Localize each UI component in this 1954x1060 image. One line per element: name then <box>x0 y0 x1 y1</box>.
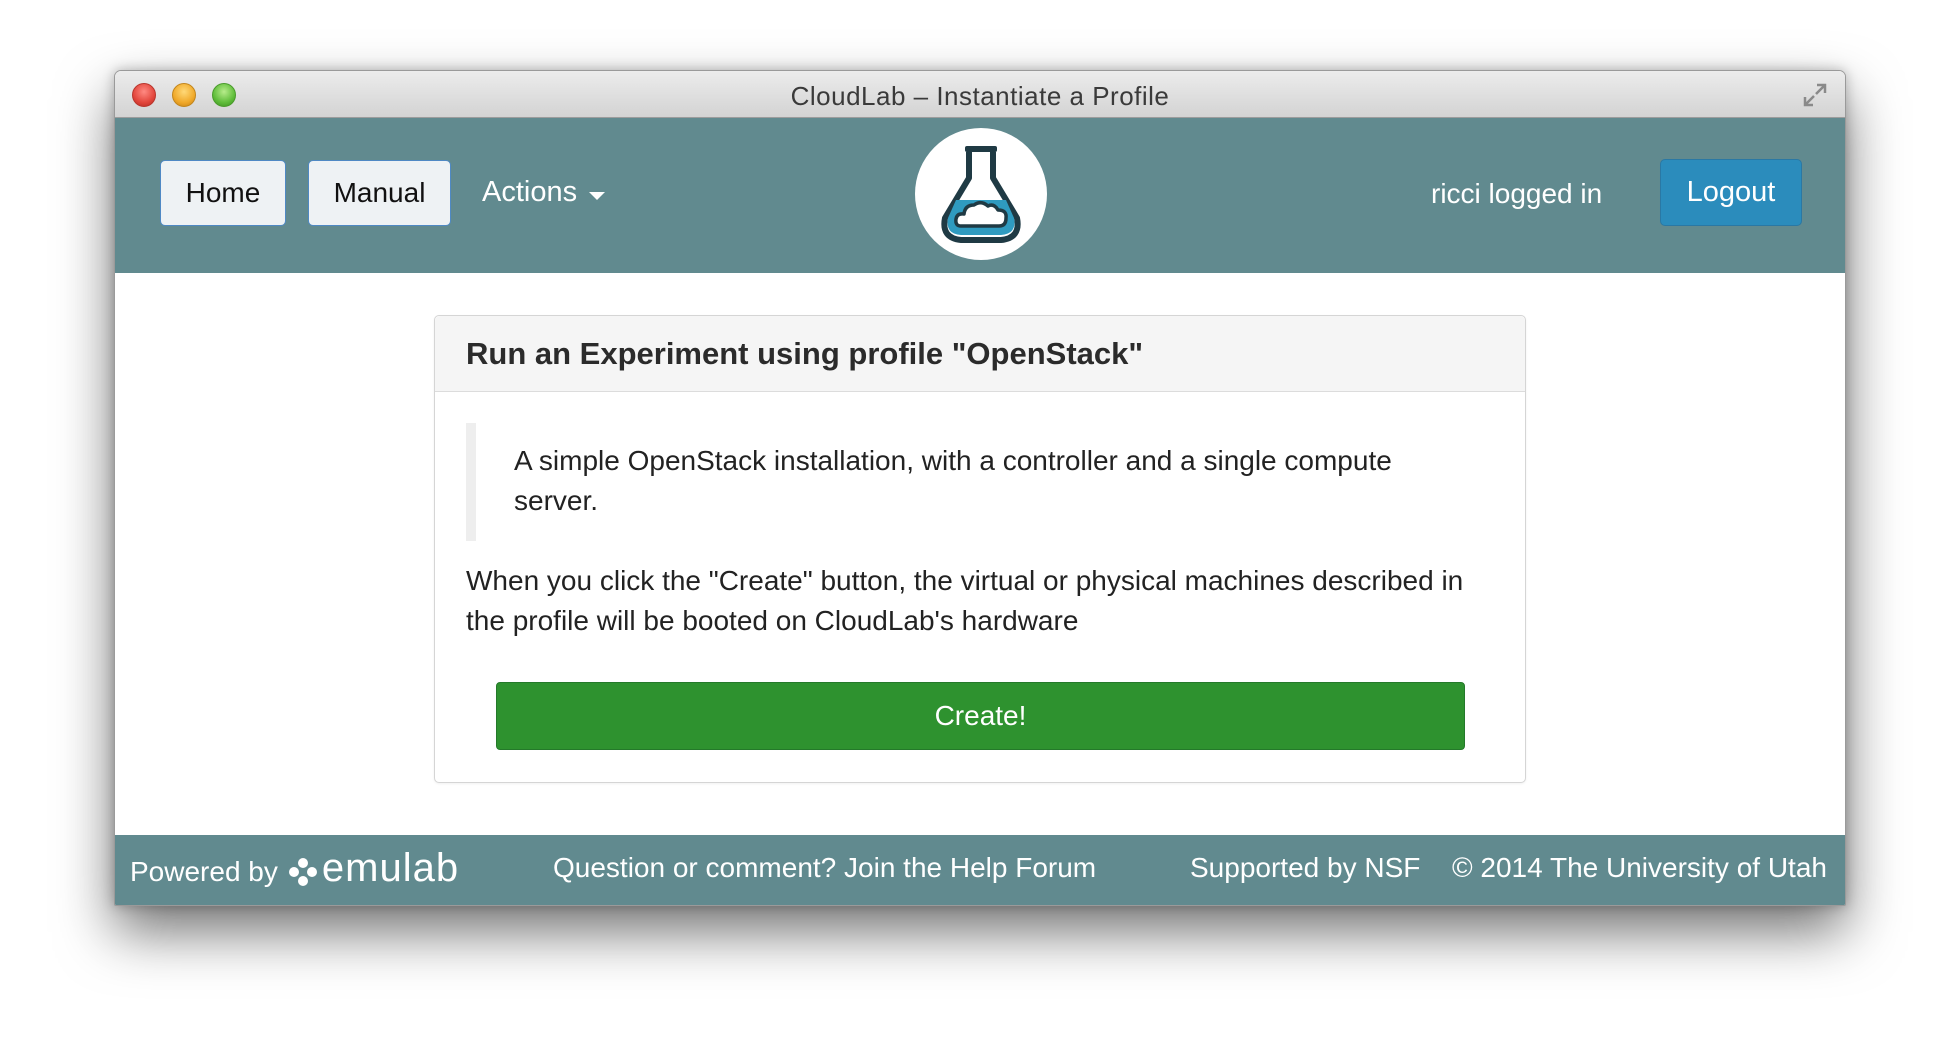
browser-window: CloudLab – Instantiate a Profile Home Ma… <box>114 70 1846 906</box>
fullscreen-icon[interactable] <box>1801 81 1829 109</box>
top-navbar: Home Manual Actions ricci logged in Logo… <box>115 118 1845 273</box>
chevron-down-icon <box>589 191 606 200</box>
powered-by: Powered by emulab <box>130 846 459 891</box>
actions-label: Actions <box>482 176 578 208</box>
copyright-text: © 2014 The University of Utah <box>1452 852 1827 883</box>
cloudlab-flask-logo-icon[interactable] <box>915 128 1047 260</box>
profile-description: A simple OpenStack installation, with a … <box>466 423 1486 541</box>
logout-button[interactable]: Logout <box>1660 159 1802 226</box>
nsf-link[interactable]: Supported by NSF <box>1190 852 1420 884</box>
emulab-logo[interactable]: emulab <box>288 846 459 891</box>
emulab-flower-icon <box>288 857 317 886</box>
panel-title: Run an Experiment using profile "OpenSta… <box>435 316 1525 392</box>
create-instructions: When you click the "Create" button, the … <box>466 565 1464 636</box>
help-forum-link[interactable]: Question or comment? Join the Help Forum <box>553 852 1096 884</box>
create-button[interactable]: Create! <box>496 682 1465 750</box>
actions-dropdown[interactable]: Actions <box>482 176 606 209</box>
window-title: CloudLab – Instantiate a Profile <box>790 81 1170 111</box>
powered-by-label: Powered by <box>130 855 278 887</box>
logged-in-user-text: ricci logged in <box>1431 178 1603 209</box>
experiment-panel: Run an Experiment using profile "OpenSta… <box>434 315 1526 783</box>
manual-button[interactable]: Manual <box>308 160 451 226</box>
emulab-wordmark: emulab <box>321 846 460 890</box>
footer-bar: Powered by emulab Question or comment? J… <box>115 835 1845 905</box>
home-button[interactable]: Home <box>160 160 286 226</box>
title-bar: CloudLab – Instantiate a Profile <box>115 71 1845 118</box>
